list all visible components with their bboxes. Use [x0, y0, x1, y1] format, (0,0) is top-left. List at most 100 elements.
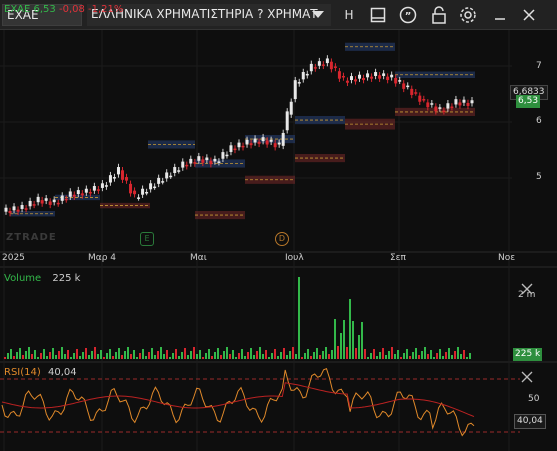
candle-body: [129, 183, 133, 194]
volume-bar: [367, 357, 369, 359]
x-label-2025: 2025: [2, 253, 25, 263]
volume-bar: [55, 355, 57, 359]
candle-body: [422, 99, 426, 101]
candle-body: [100, 183, 104, 188]
candle-body: [88, 192, 92, 194]
volume-bar: [466, 357, 468, 359]
candle-body: [261, 137, 265, 142]
volume-bar: [118, 348, 120, 359]
candle-body: [273, 143, 277, 148]
layout-icon[interactable]: [366, 4, 390, 26]
price-tick-5: 5: [536, 172, 542, 182]
h-button[interactable]: H: [337, 4, 361, 26]
candle-body: [12, 206, 16, 211]
rsi-value: 40,04: [47, 367, 77, 378]
volume-bar: [316, 348, 318, 359]
volume-bar: [82, 352, 84, 359]
candle-body: [285, 111, 289, 131]
candle-body: [193, 162, 197, 164]
x-label-sep: Σεπ: [390, 253, 406, 263]
volume-bar: [448, 348, 450, 359]
volume-bar: [121, 355, 123, 359]
volume-title: Volume: [4, 273, 42, 284]
candle-body: [253, 138, 257, 143]
volume-bar: [283, 348, 285, 359]
volume-bar: [403, 353, 405, 359]
volume-bar: [7, 353, 9, 359]
volume-bar: [223, 351, 225, 359]
volume-bar: [4, 357, 6, 359]
earnings-event-icon[interactable]: E: [140, 232, 154, 246]
volume-bar: [28, 347, 30, 359]
close-icon[interactable]: [517, 4, 541, 26]
exchange-select[interactable]: ΕΛΛΗΝΙΚΑ ΧΡΗΜΑΤΙΣΤΗΡΙΑ ? ΧΡΗΜΑΤ: [87, 4, 331, 26]
volume-bar: [385, 355, 387, 359]
candle-body: [141, 188, 145, 195]
volume-bar: [391, 347, 393, 359]
volume-bar: [43, 349, 45, 359]
candle-body: [406, 85, 410, 88]
candle-body: [462, 99, 466, 103]
volume-bar: [76, 349, 78, 359]
volume-bar: [349, 299, 351, 359]
candle-body: [153, 186, 157, 189]
candle-body: [145, 192, 149, 194]
candle-body: [410, 88, 414, 95]
candle-body: [185, 164, 189, 167]
volume-bar: [250, 348, 252, 359]
volume-bar: [262, 354, 264, 359]
candle-body: [313, 67, 317, 69]
settings-icon[interactable]: [456, 4, 480, 26]
candle-body: [125, 177, 129, 181]
volume-bar: [280, 352, 282, 359]
chevron-down-icon[interactable]: [306, 4, 330, 26]
volume-bar: [325, 347, 327, 359]
candle-body: [76, 190, 80, 195]
volume-bar: [226, 347, 228, 359]
candle-body: [173, 167, 177, 173]
candle-body: [229, 145, 233, 152]
rsi-close-icon[interactable]: [521, 368, 533, 387]
candle-body: [414, 92, 418, 94]
unlock-icon[interactable]: [427, 4, 451, 26]
candle-body: [165, 172, 169, 179]
price-last: 6,53: [33, 4, 56, 15]
volume-bar: [322, 351, 324, 359]
candle-body: [213, 158, 217, 162]
candle-body: [426, 102, 430, 108]
rsi-lines: [0, 368, 520, 437]
minimize-icon[interactable]: [488, 4, 512, 26]
candle-body: [418, 95, 422, 102]
volume-bar: [202, 357, 204, 359]
x-label-jul: Ιουλ: [285, 253, 304, 263]
price-tick-6: 6: [536, 116, 542, 126]
candle-body: [249, 143, 253, 146]
candle-body: [281, 132, 285, 146]
candle-body: [24, 208, 28, 210]
candle-body: [72, 194, 76, 197]
candle-body: [305, 73, 309, 76]
volume-bars: [4, 277, 471, 359]
volume-bar: [16, 352, 18, 359]
candle-body: [201, 159, 205, 163]
volume-bar: [142, 349, 144, 359]
exchange-text: ΕΛΛΗΝΙΚΑ ΧΡΗΜΑΤΙΣΤΗΡΙΑ ? ΧΡΗΜΑΤ: [91, 7, 318, 21]
dividend-event-icon[interactable]: D: [275, 232, 289, 246]
volume-bar: [301, 357, 303, 359]
volume-value: 225 k: [52, 273, 81, 284]
candle-body: [297, 82, 301, 84]
volume-close-icon[interactable]: [521, 280, 533, 299]
candle-body: [309, 63, 313, 72]
volume-bar: [460, 354, 462, 359]
quote-icon[interactable]: ”: [396, 4, 420, 26]
volume-bar: [421, 351, 423, 359]
volume-bar: [328, 354, 330, 359]
volume-bar: [10, 349, 12, 359]
volume-bar: [52, 348, 54, 359]
volume-bar: [88, 355, 90, 359]
volume-bar: [184, 348, 186, 359]
candle-body: [454, 99, 458, 105]
price-change: -0,08: [58, 4, 85, 15]
volume-bar: [433, 357, 435, 359]
candle-body: [48, 201, 52, 205]
